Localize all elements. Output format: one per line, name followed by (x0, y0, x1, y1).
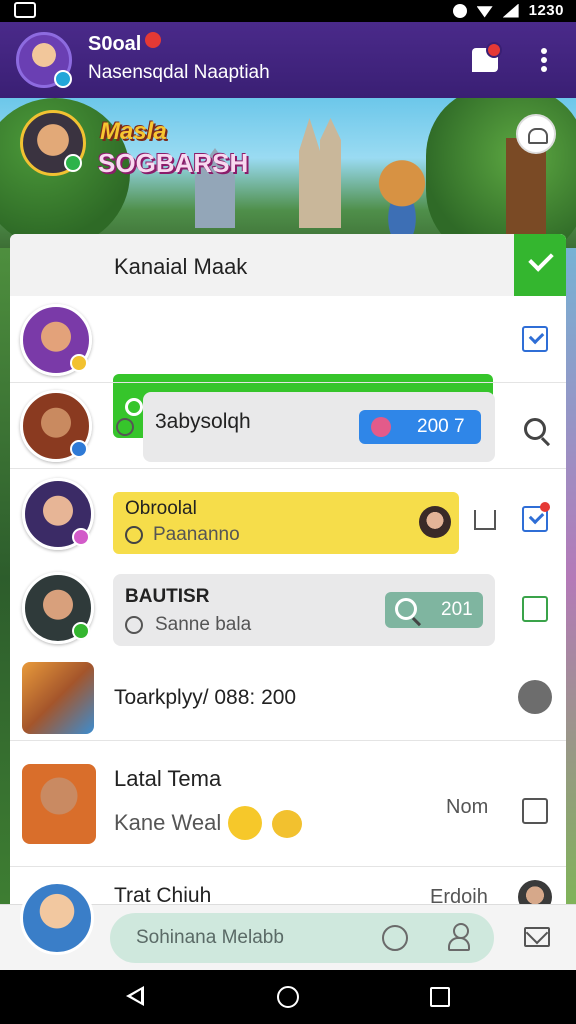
alert-dot (540, 502, 550, 512)
list-item[interactable]: 3abysolqh 200 7 (10, 382, 566, 468)
edit-icon[interactable] (522, 798, 548, 824)
list-item[interactable]: Obroolal Paananno (10, 468, 566, 558)
avatar[interactable] (20, 881, 94, 955)
steering-wheel-icon[interactable] (382, 925, 408, 951)
star-badge-icon[interactable] (518, 680, 552, 714)
message-text: 3abysolqh (155, 410, 251, 433)
clock-icon (125, 616, 143, 634)
settings-status-icon (452, 3, 467, 18)
banner-tree-right (426, 98, 576, 248)
gem-icon (371, 417, 391, 437)
avatar-status-badge (72, 528, 90, 546)
checkbox-icon[interactable] (522, 326, 548, 352)
event-text: Toarkplyy/ 088: 200 (114, 686, 297, 709)
more-options-icon[interactable] (538, 48, 550, 74)
banner-fox-character (370, 156, 434, 234)
person-icon[interactable] (448, 923, 470, 951)
status-text: Nom (446, 796, 489, 818)
status-bar: 1230 (0, 0, 576, 22)
game-logo-line2: SOGBARSH (98, 148, 249, 178)
search-icon[interactable] (524, 418, 546, 440)
recents-icon[interactable] (430, 987, 450, 1007)
banner-castle (299, 118, 341, 228)
emoji-icon (228, 806, 262, 840)
list-item[interactable]: Toarkplyy/ 088: 200 (10, 662, 566, 740)
bookmark-icon[interactable] (522, 596, 548, 622)
chat-list: Kanaial Maak broall 3abysolqh 200 7 (10, 234, 566, 914)
input-placeholder: Sohinana Melabb (136, 927, 284, 948)
message-pill[interactable]: BAUTISR Sanne bala 201 (113, 574, 495, 646)
system-nav-bar (0, 970, 576, 1024)
message-input[interactable]: Sohinana Melabb (110, 913, 494, 963)
message-pill[interactable]: 3abysolqh 200 7 (143, 392, 495, 462)
back-icon-inner (131, 990, 141, 1002)
bird-emoji-icon (272, 810, 302, 838)
wifi-icon (476, 6, 493, 18)
app-header: S0oal Nasensqdal Naaptiah (0, 22, 576, 98)
avatar-status-badge (54, 70, 72, 88)
pill-title: Obroolal (125, 498, 197, 519)
header-title: S0oal (88, 33, 142, 55)
hero-badge-icon (64, 154, 82, 172)
chip-search-icon (395, 598, 417, 620)
score-value: 201 (441, 599, 473, 620)
home-icon[interactable] (277, 986, 299, 1008)
avatar-status-badge (70, 354, 88, 372)
game-banner: Masla SOGBARSH (0, 98, 576, 248)
scenery-left (0, 248, 10, 908)
list-item[interactable]: broall (10, 296, 566, 438)
game-thumbnail (22, 662, 94, 734)
list-item[interactable]: Latal Tema Kane Weal Nom (10, 740, 566, 866)
pill-title: BAUTISR (125, 586, 210, 607)
check-icon[interactable] (514, 234, 566, 296)
contact-name: Kanaial Maak (114, 254, 248, 279)
clock-icon (116, 418, 134, 436)
avatar-status-badge (70, 440, 88, 458)
clock-icon (125, 526, 143, 544)
pill-subtitle: Sanne bala (155, 614, 252, 635)
contact-name: Latal Tema (114, 766, 222, 791)
score-chip[interactable]: 201 (385, 592, 483, 628)
clock-time: 1230 (528, 2, 564, 19)
score-chip[interactable]: 200 7 (359, 410, 481, 444)
score-value: 200 7 (417, 416, 465, 437)
banner-tree-trunk (506, 138, 546, 248)
share-icon[interactable] (474, 510, 496, 530)
mail-icon[interactable] (524, 927, 550, 947)
game-logo-line1: Masla (100, 118, 167, 145)
composer-bar: Sohinana Melabb (0, 881, 576, 970)
signal-icon (502, 3, 519, 18)
scenery-right (566, 248, 576, 908)
title-alert-dot (145, 32, 162, 48)
last-message: Kane Weal (114, 810, 222, 835)
mini-avatar (419, 506, 451, 538)
notification-icon (14, 2, 36, 18)
highlight-pill[interactable]: Obroolal Paananno (113, 492, 459, 554)
pill-subtitle: Paananno (153, 524, 240, 545)
list-item[interactable]: BAUTISR Sanne bala 201 (10, 558, 566, 662)
avatar-status-badge (72, 622, 90, 640)
header-title-wrap: S0oal (88, 32, 162, 56)
header-subtitle: Nasensqdal Naaptiah (88, 62, 270, 83)
list-item[interactable]: Kanaial Maak (10, 234, 566, 296)
avatar (22, 764, 96, 844)
group-icon[interactable] (516, 114, 556, 154)
chat-notification-badge (486, 42, 502, 58)
